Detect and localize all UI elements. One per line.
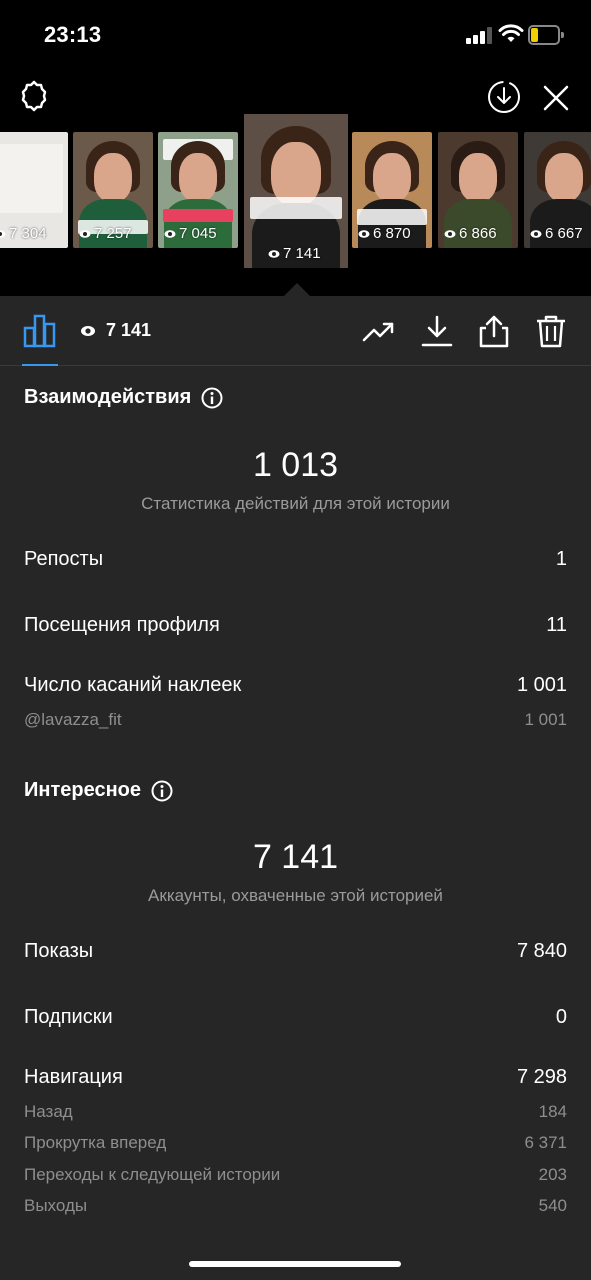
stat-value: 6 371	[524, 1133, 567, 1152]
eye-icon	[164, 229, 176, 238]
stat-value: 11	[546, 614, 567, 636]
nav-row-forward: Прокрутка вперед 6 371	[24, 1133, 567, 1153]
story-thumbnail[interactable]: 7 045	[158, 132, 238, 248]
story-thumbnail[interactable]: 6 870	[352, 132, 432, 248]
story-thumbnail[interactable]: 7 257	[73, 132, 153, 248]
gear-icon[interactable]	[16, 78, 52, 114]
nav-row-next-story: Переходы к следующей истории 203	[24, 1165, 567, 1185]
story-thumbnail[interactable]: 6 667	[524, 132, 591, 248]
stat-value: 7 298	[516, 1066, 567, 1088]
discovery-total: 7 141	[252, 838, 339, 876]
battery-icon	[528, 25, 564, 45]
stat-value: 1 001	[524, 710, 567, 729]
section-title-label: Интересное	[24, 779, 141, 801]
share-icon[interactable]	[477, 314, 511, 348]
discovery-subtitle: Аккаунты, охваченные этой историей	[148, 886, 443, 905]
stat-value: 184	[538, 1102, 567, 1121]
stat-label: Репосты	[24, 548, 104, 570]
eye-icon	[81, 325, 95, 336]
story-thumbnail[interactable]: 7 304	[0, 132, 68, 248]
status-time: 23:13	[44, 22, 102, 47]
eye-icon	[268, 249, 280, 258]
story-views: 6 866	[444, 225, 497, 242]
insights-panel: 7 141 Взаимодействия 1 013 Статистика де	[0, 296, 591, 1280]
cellular-signal-icon	[466, 26, 494, 44]
story-thumbnail[interactable]: 6 866	[438, 132, 518, 248]
nav-row-exits: Выходы 540	[24, 1196, 567, 1216]
bar-chart-icon[interactable]	[22, 312, 58, 348]
stat-value: 1	[555, 548, 567, 570]
discovery-section-title: Интересное	[24, 779, 173, 802]
stat-label: Число касаний наклеек	[24, 674, 242, 696]
stat-row-impressions: Показы 7 840	[24, 940, 567, 963]
active-tab-underline	[22, 364, 58, 366]
stat-row-reposts: Репосты 1	[24, 548, 567, 571]
stat-row-follows: Подписки 0	[24, 1006, 567, 1029]
stat-label: Выходы	[24, 1196, 88, 1215]
home-indicator[interactable]	[189, 1261, 401, 1267]
stat-label: @lavazza_fit	[24, 710, 122, 729]
nav-row-back: Назад 184	[24, 1102, 567, 1122]
save-story-icon[interactable]	[486, 79, 522, 115]
story-views: 7 045	[164, 225, 217, 242]
story-views: 7 257	[79, 225, 132, 242]
interactions-subtitle: Статистика действий для этой истории	[141, 494, 450, 513]
story-views: 7 304	[0, 225, 47, 242]
story-views: 6 870	[358, 225, 411, 242]
viewers-tab[interactable]: 7 141	[80, 320, 151, 341]
eye-icon	[0, 229, 6, 238]
stat-label: Навигация	[24, 1066, 123, 1088]
eye-icon	[530, 229, 542, 238]
wifi-icon	[498, 24, 524, 42]
eye-icon	[358, 229, 370, 238]
stat-row-sticker-mention[interactable]: @lavazza_fit 1 001	[24, 710, 567, 730]
eye-icon	[79, 229, 91, 238]
stories-strip[interactable]: 7 304 7 257 7 045 7 141 6 870 6 866 6 66…	[0, 114, 591, 274]
stat-row-sticker-taps: Число касаний наклеек 1 001	[24, 674, 567, 697]
story-views: 7 141	[268, 245, 321, 262]
trend-icon[interactable]	[362, 314, 396, 348]
stat-value: 7 840	[516, 940, 567, 962]
views-count-label: 7 141	[106, 320, 152, 340]
insights-toolbar: 7 141	[0, 296, 591, 366]
status-bar: 23:13	[0, 0, 591, 70]
stat-label: Переходы к следующей истории	[24, 1165, 281, 1184]
stat-label: Прокрутка вперед	[24, 1133, 167, 1152]
info-icon[interactable]	[201, 387, 223, 409]
stat-value: 203	[538, 1165, 567, 1184]
stat-label: Показы	[24, 940, 94, 962]
stat-label: Назад	[24, 1102, 73, 1121]
stat-row-profile-visits: Посещения профиля 11	[24, 614, 567, 637]
story-thumbnail-selected[interactable]: 7 141	[244, 114, 348, 268]
trash-icon[interactable]	[534, 314, 568, 348]
interactions-total: 1 013	[252, 446, 339, 484]
selected-story-pointer	[283, 283, 311, 297]
story-views: 6 667	[530, 225, 583, 242]
stat-row-navigation: Навигация 7 298	[24, 1066, 567, 1089]
stat-value: 1 001	[516, 674, 567, 696]
info-icon[interactable]	[151, 780, 173, 802]
stat-label: Посещения профиля	[24, 614, 220, 636]
section-title-label: Взаимодействия	[24, 386, 192, 408]
download-icon[interactable]	[420, 314, 454, 348]
stat-value: 0	[555, 1006, 567, 1028]
interactions-section-title: Взаимодействия	[24, 386, 223, 409]
eye-icon	[444, 229, 456, 238]
stat-value: 540	[538, 1196, 567, 1215]
close-icon[interactable]	[542, 84, 570, 112]
stat-label: Подписки	[24, 1006, 113, 1028]
